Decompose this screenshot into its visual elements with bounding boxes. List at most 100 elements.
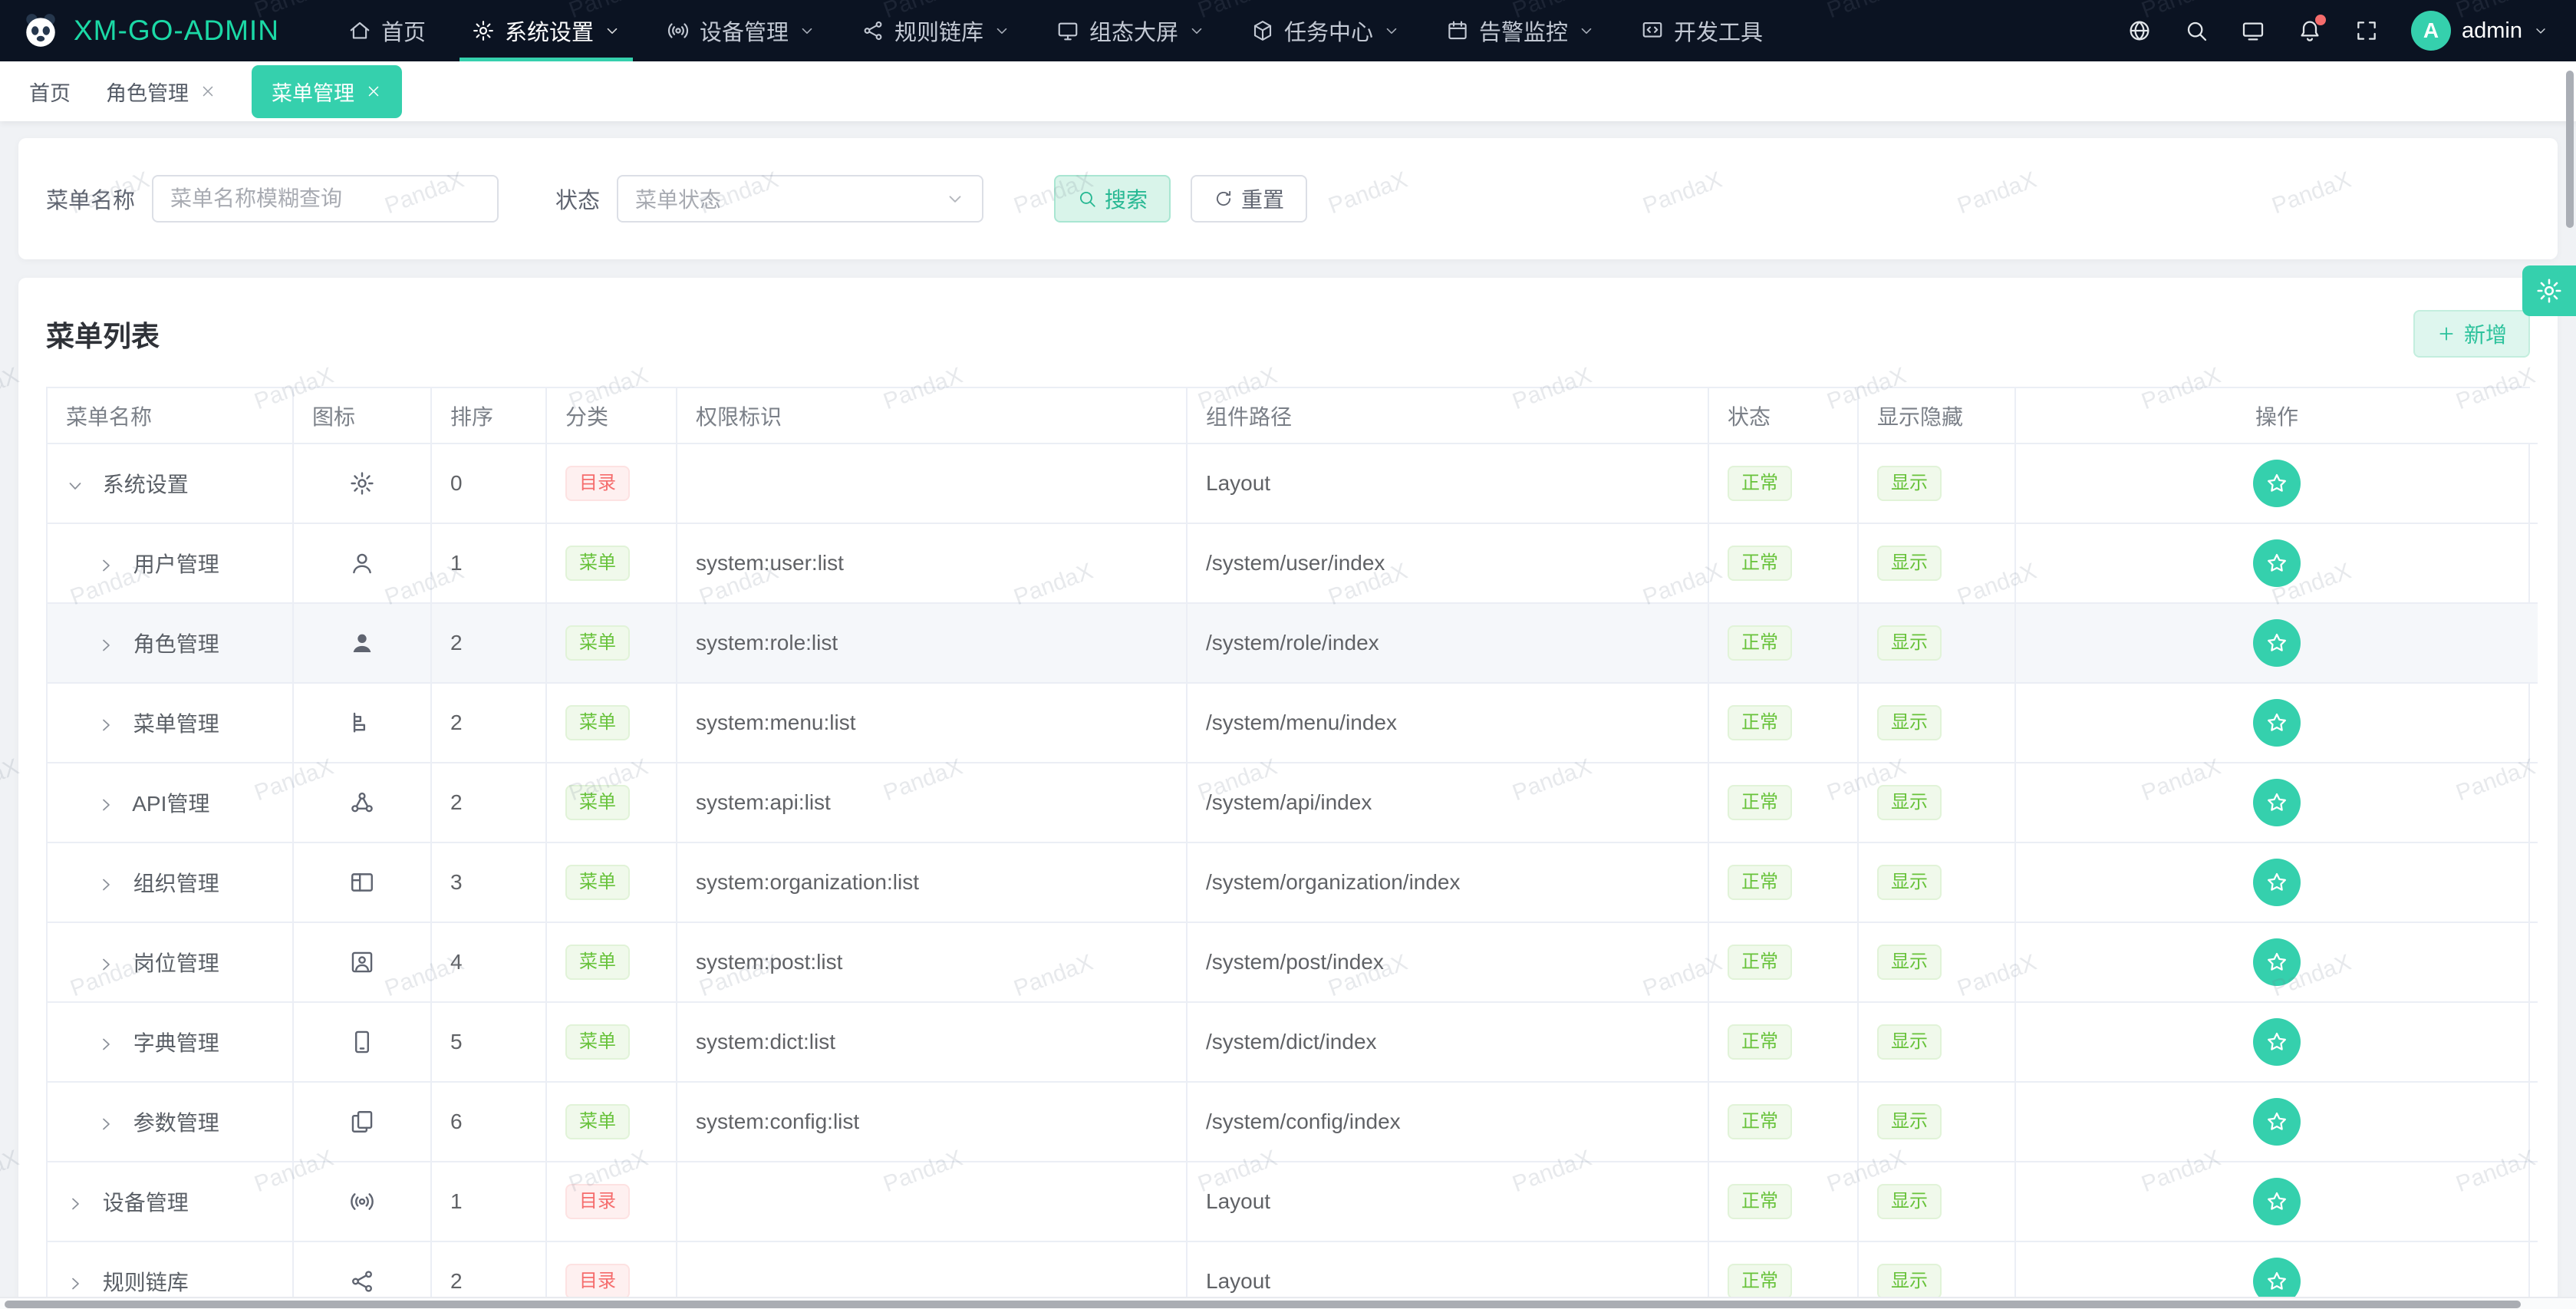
- favorite-button[interactable]: [2253, 1098, 2301, 1146]
- expand-chevron-icon[interactable]: [97, 1035, 115, 1053]
- favorite-button[interactable]: [2253, 1018, 2301, 1066]
- search-button[interactable]: [2184, 18, 2209, 43]
- favorite-button[interactable]: [2253, 539, 2301, 587]
- cell-sort: 2: [431, 683, 546, 763]
- add-button[interactable]: 新增: [2413, 310, 2530, 358]
- table-row[interactable]: 角色管理 2 菜单 system:role:list /system/role/…: [48, 603, 2538, 683]
- cell-icon: [293, 922, 431, 1002]
- cell-path: /system/role/index: [1187, 603, 1708, 683]
- close-tab-icon[interactable]: [365, 83, 382, 100]
- globe-button[interactable]: [2127, 18, 2152, 43]
- category-badge: 目录: [565, 1184, 630, 1219]
- table-row[interactable]: 系统设置 0 目录 Layout 正常 显示: [48, 443, 2538, 523]
- cell-actions: [2015, 1162, 2538, 1241]
- visibility-badge: 显示: [1877, 546, 1942, 581]
- visibility-badge: 显示: [1877, 1104, 1942, 1139]
- visibility-badge: 显示: [1877, 1024, 1942, 1060]
- reset-button-label: 重置: [1241, 183, 1284, 214]
- nav-item-task-center[interactable]: 任务中心: [1228, 0, 1423, 61]
- search-icon: [1077, 189, 1097, 209]
- expand-chevron-icon[interactable]: [97, 716, 115, 734]
- status-label: 状态: [555, 183, 600, 215]
- table-row[interactable]: 岗位管理 4 菜单 system:post:list /system/post/…: [48, 922, 2538, 1002]
- table-row[interactable]: 参数管理 6 菜单 system:config:list /system/con…: [48, 1082, 2538, 1162]
- nav-item-dashboards[interactable]: 组态大屏: [1033, 0, 1228, 61]
- vertical-scrollbar-thumb[interactable]: [2566, 71, 2574, 228]
- favorite-button[interactable]: [2253, 619, 2301, 667]
- panel-title: 菜单列表: [46, 313, 160, 354]
- close-tab-icon[interactable]: [199, 83, 216, 100]
- expand-chevron-icon[interactable]: [97, 955, 115, 974]
- cell-status: 正常: [1708, 1162, 1858, 1241]
- nav-item-system-settings[interactable]: 系统设置: [449, 0, 644, 61]
- config-icon: [349, 1109, 375, 1135]
- tab-bar: 首页 角色管理 菜单管理: [0, 61, 2576, 121]
- cell-path: /system/organization/index: [1187, 842, 1708, 922]
- fullscreen-button[interactable]: [2354, 18, 2379, 43]
- nav-item-label: 设备管理: [700, 15, 789, 47]
- favorite-button[interactable]: [2253, 1178, 2301, 1225]
- category-badge: 菜单: [565, 785, 630, 820]
- search-icon: [2184, 18, 2209, 43]
- search-submit-button[interactable]: 搜索: [1054, 175, 1171, 223]
- visibility-badge: 显示: [1877, 705, 1942, 740]
- layout-size-button[interactable]: [2241, 18, 2265, 43]
- expand-chevron-icon[interactable]: [97, 1115, 115, 1133]
- expand-chevron-icon[interactable]: [66, 1274, 84, 1293]
- expand-chevron-icon[interactable]: [66, 1195, 84, 1213]
- favorite-button[interactable]: [2253, 938, 2301, 986]
- expand-chevron-icon[interactable]: [97, 875, 115, 894]
- cell-permission: [677, 1162, 1187, 1241]
- col-header-actions: 操作: [2015, 388, 2538, 443]
- expand-chevron-icon[interactable]: [97, 556, 115, 575]
- panda-logo-icon: [21, 12, 60, 50]
- favorite-button[interactable]: [2253, 460, 2301, 507]
- cluster-icon: [349, 790, 375, 816]
- table-row[interactable]: 设备管理 1 目录 Layout 正常 显示: [48, 1162, 2538, 1241]
- visibility-badge: 显示: [1877, 466, 1942, 501]
- navbar-actions: A admin: [2127, 11, 2548, 51]
- cell-category: 菜单: [546, 1002, 677, 1082]
- favorite-button[interactable]: [2253, 779, 2301, 826]
- cell-permission: system:api:list: [677, 763, 1187, 842]
- table-row[interactable]: API管理 2 菜单 system:api:list /system/api/i…: [48, 763, 2538, 842]
- expand-chevron-icon[interactable]: [66, 476, 84, 495]
- horizontal-scrollbar-thumb[interactable]: [5, 1301, 2521, 1308]
- plus-icon: [2436, 324, 2456, 344]
- user-menu[interactable]: A admin: [2411, 11, 2548, 51]
- menu-name-input[interactable]: [152, 175, 499, 223]
- nav-item-alarm-monitor[interactable]: 告警监控: [1423, 0, 1618, 61]
- favorite-button[interactable]: [2253, 699, 2301, 747]
- status-select[interactable]: 菜单状态: [617, 175, 983, 223]
- cell-actions: [2015, 683, 2538, 763]
- status-filter: 状态 菜单状态: [555, 175, 983, 223]
- favorite-button[interactable]: [2253, 859, 2301, 906]
- table-row[interactable]: 组织管理 3 菜单 system:organization:list /syst…: [48, 842, 2538, 922]
- star-icon: [2265, 551, 2289, 575]
- notifications-button[interactable]: [2298, 18, 2322, 43]
- vertical-scrollbar[interactable]: [2564, 63, 2576, 1295]
- reset-button[interactable]: 重置: [1191, 175, 1307, 223]
- cell-status: 正常: [1708, 1082, 1858, 1162]
- cell-menu-name: 菜单管理: [48, 683, 293, 763]
- expand-chevron-icon[interactable]: [97, 796, 115, 814]
- tab-menu-management[interactable]: 菜单管理: [252, 65, 402, 118]
- cell-sort: 1: [431, 1162, 546, 1241]
- star-icon: [2265, 1030, 2289, 1054]
- horizontal-scrollbar[interactable]: [0, 1297, 2576, 1309]
- cell-sort: 2: [431, 763, 546, 842]
- expand-chevron-icon[interactable]: [97, 636, 115, 654]
- nav-item-home[interactable]: 首页: [325, 0, 449, 61]
- table-row[interactable]: 菜单管理 2 菜单 system:menu:list /system/menu/…: [48, 683, 2538, 763]
- nav-item-devices[interactable]: 设备管理: [644, 0, 838, 61]
- tab-home[interactable]: 首页: [29, 77, 71, 107]
- gear-icon: [472, 19, 495, 42]
- nav-item-dev-tools[interactable]: 开发工具: [1618, 0, 1786, 61]
- cell-actions: [2015, 443, 2538, 523]
- nav-item-rule-chains[interactable]: 规则链库: [838, 0, 1033, 61]
- visibility-badge: 显示: [1877, 1264, 1942, 1299]
- table-row[interactable]: 字典管理 5 菜单 system:dict:list /system/dict/…: [48, 1002, 2538, 1082]
- table-row[interactable]: 用户管理 1 菜单 system:user:list /system/user/…: [48, 523, 2538, 603]
- tab-role-management[interactable]: 角色管理: [106, 77, 216, 107]
- cell-menu-name: API管理: [48, 763, 293, 842]
